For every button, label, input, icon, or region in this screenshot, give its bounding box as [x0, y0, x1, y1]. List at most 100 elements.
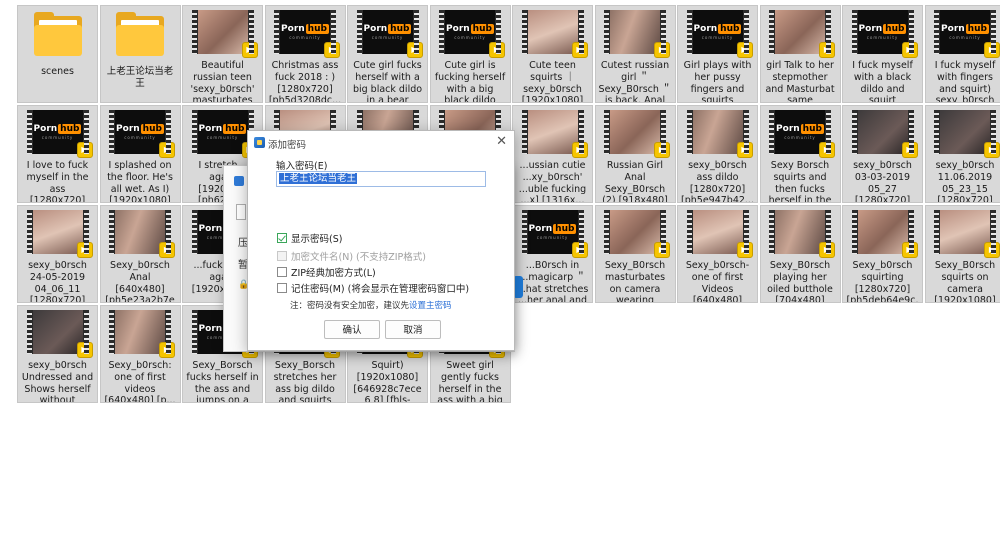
play-icon: ▶	[159, 142, 175, 158]
file-name-label: 上老王论坛当老王	[106, 66, 174, 89]
folder-item[interactable]: 上老王论坛当老王	[99, 5, 181, 103]
file-name-label: Squirt) [1920x1080] [646928c7ece6 8] [fh…	[353, 360, 422, 403]
pornhub-logo: Pornhub	[116, 123, 164, 134]
video-thumbnail: ▶	[769, 210, 835, 258]
play-icon: ▶	[984, 42, 1000, 58]
video-file-item[interactable]: Porn hub community ▶ Sexy Borsch squirts and…	[759, 105, 841, 203]
video-file-item[interactable]: ▶ Russian Girl Anal Sexy_B0rsch (2) [918x…	[594, 105, 676, 203]
video-file-item[interactable]: Porn hub community ▶ I love to fuck myself i…	[17, 105, 98, 203]
file-name-label: Sexy_B0rsch squirts on camera [1920x1080…	[934, 260, 996, 303]
video-thumbnail: ▶	[26, 310, 93, 358]
remember-password-checkbox[interactable]	[277, 283, 287, 293]
file-name-label: ...ussian cutie ...xy_b0rsch' ...uble fu…	[518, 160, 587, 203]
video-file-item[interactable]: ▶ ...ussian cutie ...xy_b0rsch' ...uble f…	[512, 105, 593, 203]
file-name-label: Cute teen squirts ｜ sexy_b0rsch [1920x10…	[521, 60, 584, 103]
video-file-item[interactable]: ▶ Cutest russian girl ＂ Sexy_B0rsch ＂ is …	[594, 5, 676, 103]
play-icon: ▶	[241, 42, 258, 58]
video-file-item[interactable]: ▶ sexy_b0rsch ass dildo [1280x720] [ph5e9…	[677, 105, 758, 203]
file-name-label: Sexy_b0rsch squirting [1280x720] [ph5deb…	[846, 260, 919, 303]
zip-classic-checkbox[interactable]	[277, 267, 287, 277]
remember-password-option[interactable]: 记住密码(M) (将会显示在管理密码窗口中)	[277, 281, 469, 295]
video-thumbnail: Pornhubcommunity▶	[521, 210, 588, 258]
zip-classic-option[interactable]: ZIP经典加密方式(L)	[277, 265, 376, 279]
file-name-label: girl Talk to her stepmother and Masturba…	[765, 60, 835, 103]
video-thumbnail: Pornhubcommunity▶	[109, 110, 175, 158]
video-file-item[interactable]: Porn hub community ▶ ...B0rsch in ...magicar…	[512, 205, 593, 303]
video-thumbnail: Pornhubcommunity▶	[851, 10, 918, 58]
confirm-button[interactable]: 确认	[324, 320, 380, 339]
video-file-item[interactable]: ▶ girl Talk to her stepmother and Masturb…	[759, 5, 841, 103]
dialog-titlebar: 添加密码 ✕	[248, 131, 514, 155]
file-name-label: sexy_b0rsch Undressed and Shows herself …	[21, 360, 94, 403]
video-file-item[interactable]: ▶ sexy_b0rsch Undressed and Shows herself…	[17, 305, 98, 403]
video-file-item[interactable]: Porn hub community ▶ Christmas ass fuck 2018…	[264, 5, 346, 103]
video-file-item[interactable]: ▶ Cute teen squirts ｜ sexy_b0rsch [1920x1…	[512, 5, 593, 103]
folder-item[interactable]: scenes	[17, 5, 98, 103]
play-icon: ▶	[654, 242, 670, 258]
video-thumbnail: ▶	[851, 210, 918, 258]
video-file-item[interactable]: ▶ sexy_b0rsch 24-05-2019 04_06_11 [1280x7…	[17, 205, 98, 303]
video-file-item[interactable]: ▶ Sexy_b0rsch Anal [640x480] [ph5e23a2b7e…	[99, 205, 181, 303]
play-icon: ▶	[571, 142, 588, 158]
file-name-label: Cutest russian girl ＂ Sexy_B0rsch ＂ is b…	[598, 60, 672, 103]
video-file-item[interactable]: ▶ Sexy_b0rsch squirting [1280x720] [ph5de…	[842, 205, 923, 303]
video-thumbnail: Pornhubcommunity▶	[934, 10, 1000, 58]
video-file-item[interactable]: ▶ Sexy_b0rsch- one of first Videos [640x4…	[677, 205, 758, 303]
option-label: 记住密码(M) (将会显示在管理密码窗口中)	[291, 284, 470, 295]
video-file-item[interactable]: ▶ Sexy_B0rsch playing her oiled butthole …	[759, 205, 841, 303]
play-icon: ▶	[76, 242, 93, 258]
play-icon: ▶	[984, 142, 1000, 158]
video-file-item[interactable]: Porn hub community ▶ I fuck myself with a bl…	[842, 5, 923, 103]
logo-subtext: community	[949, 34, 981, 40]
play-icon: ▶	[984, 242, 1000, 258]
file-name-label: scenes	[41, 66, 74, 77]
play-icon: ▶	[159, 342, 175, 358]
video-file-item[interactable]: Porn hub community ▶ Girl plays with her pus…	[677, 5, 758, 103]
logo-subtext: community	[371, 34, 404, 40]
logo-subtext: community	[206, 134, 239, 140]
file-name-label: Sexy_b0rsch- one of first Videos [640x48…	[685, 260, 750, 303]
file-name-label: Sexy_B0rsch masturbates on camera wearin…	[604, 260, 666, 303]
video-file-item[interactable]: Porn hub community ▶ Cute girl is fucking he…	[429, 5, 511, 103]
video-thumbnail: ▶	[521, 10, 588, 58]
video-file-item[interactable]: Porn hub community ▶ I fuck myself with fing…	[924, 5, 1000, 103]
file-name-label: Sexy_Borsch fucks herself in the ass and…	[186, 360, 259, 403]
file-name-label: Girl plays with her pussy fingers and sq…	[683, 60, 752, 103]
play-icon: ▶	[571, 42, 588, 58]
logo-subtext: community	[454, 34, 486, 40]
video-file-item[interactable]: ▶ sexy_b0rsch 11.06.2019 05_23_15 [1280x7…	[924, 105, 1000, 203]
video-file-item[interactable]: Porn hub community ▶ I splashed on the floor…	[99, 105, 181, 203]
play-icon: ▶	[76, 142, 93, 158]
file-name-label: Sexy Borsch squirts and then fucks herse…	[768, 160, 832, 203]
file-name-label: Russian Girl Anal Sexy_B0rsch (2) [918x4…	[602, 160, 668, 203]
video-file-item[interactable]: ▶ sexy_b0rsch 03-03-2019 05_27 [1280x720]…	[842, 105, 923, 203]
file-name-label: Cute girl fucks herself with a big black…	[352, 60, 423, 103]
dialog-title: 添加密码	[268, 140, 307, 151]
play-icon: ▶	[489, 42, 505, 58]
logo-subtext: community	[41, 134, 74, 140]
pornhub-logo: Pornhub	[858, 23, 907, 34]
password-input[interactable]: 上老王论坛当老王	[276, 171, 486, 187]
video-thumbnail: ▶	[191, 10, 258, 58]
video-file-item[interactable]: ▶ Beautiful russian teen 'sexy_b0rsch' ma…	[182, 5, 263, 103]
set-master-password-link[interactable]: 设置主密码	[409, 301, 452, 311]
video-thumbnail: Pornhubcommunity▶	[356, 10, 423, 58]
video-thumbnail: ▶	[26, 210, 93, 258]
show-password-option[interactable]: 显示密码(S)	[277, 231, 342, 245]
play-icon: ▶	[654, 142, 670, 158]
video-file-item[interactable]: ▶ Sexy_B0rsch squirts on camera [1920x108…	[924, 205, 1000, 303]
encrypt-filenames-checkbox	[277, 251, 287, 261]
pornhub-logo: Pornhub	[528, 223, 577, 234]
show-password-checkbox[interactable]	[277, 233, 287, 243]
cancel-button[interactable]: 取消	[385, 320, 441, 339]
close-button[interactable]: ✕	[496, 134, 507, 149]
pornhub-logo: Pornhub	[446, 23, 494, 34]
file-name-label: Sexy_b0rsch: one of first videos [640x48…	[104, 360, 176, 403]
logo-subtext: community	[701, 34, 734, 40]
video-file-item[interactable]: ▶ Sexy_B0rsch masturbates on camera weari…	[594, 205, 676, 303]
video-file-item[interactable]: Porn hub community ▶ Cute girl fucks herself…	[347, 5, 428, 103]
app-icon	[234, 176, 244, 186]
video-file-item[interactable]: ▶ Sexy_b0rsch: one of first videos [640x4…	[99, 305, 181, 403]
play-icon: ▶	[159, 242, 175, 258]
video-thumbnail: Pornhubcommunity▶	[439, 10, 505, 58]
